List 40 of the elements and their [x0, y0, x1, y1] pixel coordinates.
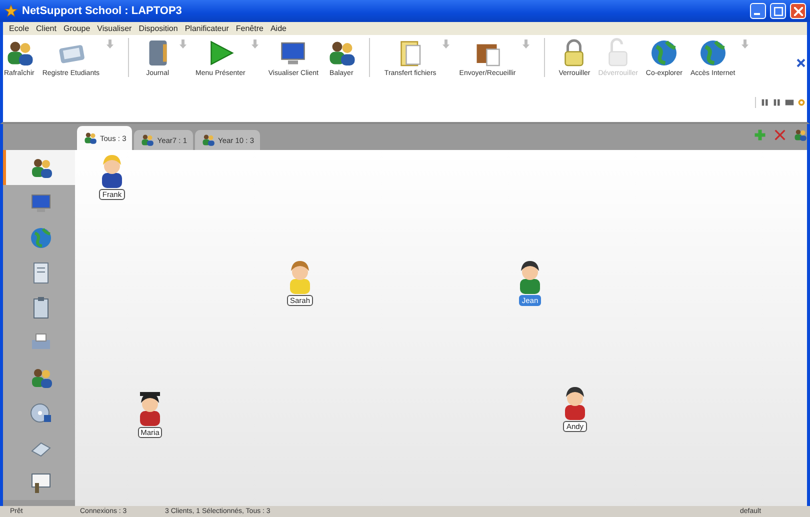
window-title: NetSupport School : LAPTOP3	[22, 5, 183, 17]
menu-item[interactable]: Client	[36, 24, 56, 33]
menu-item[interactable]: Aide	[270, 24, 286, 33]
bar-icon	[784, 97, 795, 108]
close-button[interactable]	[790, 3, 806, 19]
menu-item[interactable]: Planificateur	[184, 24, 229, 33]
menu-item[interactable]: Groupe	[63, 24, 90, 33]
people-icon	[793, 128, 807, 142]
globe-icon	[28, 226, 52, 250]
gear-icon	[796, 97, 807, 108]
menu-item[interactable]: Visualiser	[97, 24, 132, 33]
close-icon	[795, 57, 807, 69]
down-arrow-icon	[520, 38, 532, 50]
disc-icon	[28, 400, 52, 424]
delete-icon	[773, 128, 787, 142]
down-arrow-icon	[249, 38, 262, 50]
menu-item[interactable]: Disposition	[138, 24, 178, 33]
minimize-button[interactable]	[750, 3, 766, 19]
pause-icon	[760, 97, 771, 108]
whiteboard-icon	[28, 470, 52, 494]
maximize-button[interactable]	[770, 3, 786, 19]
people-icon	[140, 133, 154, 147]
close-icon	[794, 6, 802, 16]
menu-item[interactable]: Ecole	[9, 24, 30, 33]
down-arrow-icon	[440, 38, 452, 50]
sidebar-button[interactable]	[3, 150, 75, 185]
down-arrow-icon	[104, 38, 116, 50]
globe-icon	[698, 38, 728, 68]
maximize-icon	[774, 6, 782, 16]
globe-icon	[649, 38, 680, 68]
pause-icon	[772, 97, 783, 108]
down-arrow-icon	[739, 38, 752, 50]
app-logo-icon	[4, 4, 18, 18]
menu-item[interactable]: Fenêtre	[236, 24, 264, 33]
sidebar-button[interactable]	[3, 465, 75, 500]
people-icon	[201, 133, 216, 147]
add-icon	[753, 128, 767, 142]
sidebar-button[interactable]	[3, 185, 75, 220]
people-icon	[83, 131, 97, 145]
down-arrow-icon	[176, 38, 189, 50]
